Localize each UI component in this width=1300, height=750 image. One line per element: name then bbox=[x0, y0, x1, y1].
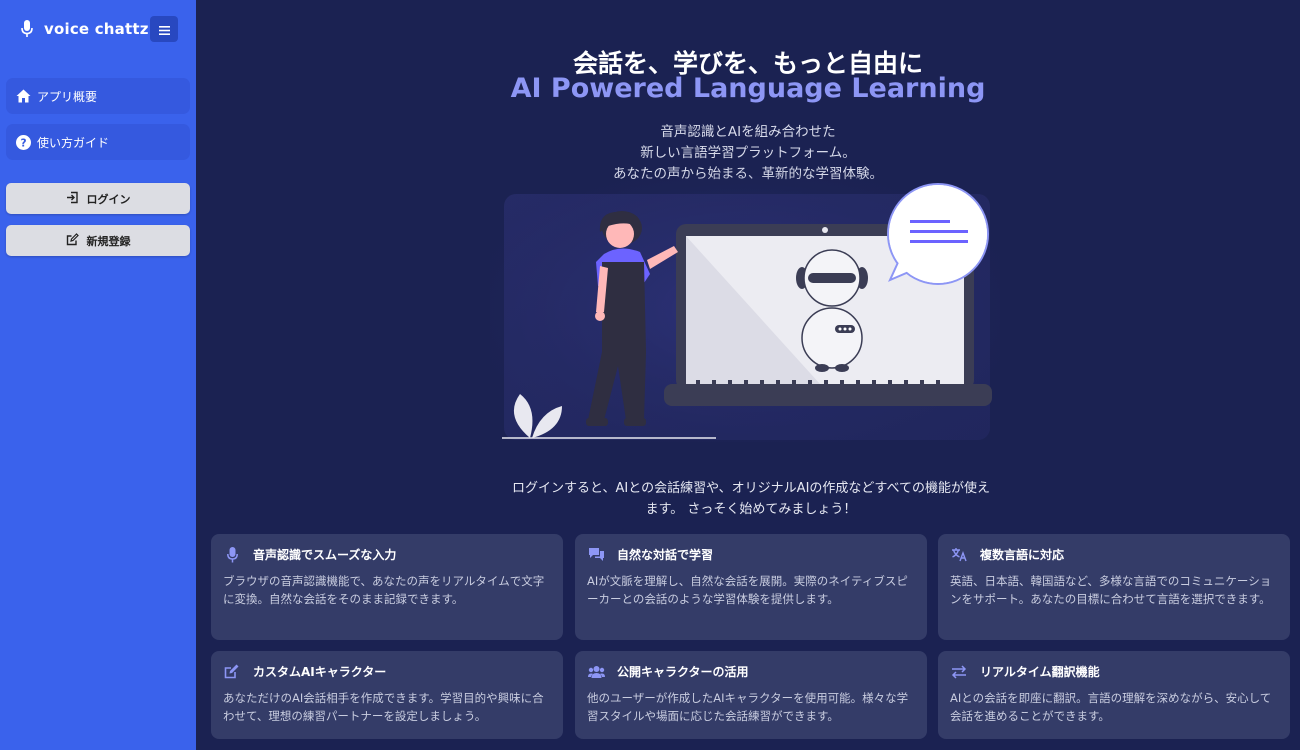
swap-arrows-icon bbox=[950, 664, 968, 680]
chat-bubbles-icon bbox=[587, 547, 605, 563]
menu-toggle-button[interactable] bbox=[150, 16, 178, 42]
sidebar-item-label: 使い方ガイド bbox=[37, 135, 110, 150]
login-button[interactable]: ログイン bbox=[6, 183, 190, 214]
microphone-icon bbox=[223, 546, 241, 563]
brand[interactable]: voice chattz bbox=[20, 17, 149, 41]
sidebar: voice chattz アプリ概要 ? 使い方ガイド ログイン 新規登録 bbox=[0, 0, 196, 750]
feature-title: リアルタイム翻訳機能 bbox=[980, 665, 1100, 679]
users-icon bbox=[587, 664, 605, 680]
feature-description: ブラウザの音声認識機能で、あなたの声をリアルタイムで文字に変換。自然な会話をその… bbox=[223, 574, 545, 606]
register-button[interactable]: 新規登録 bbox=[6, 225, 190, 256]
feature-title: カスタムAIキャラクター bbox=[253, 665, 387, 679]
feature-card-custom-ai: カスタムAIキャラクター あなただけのAI会話相手を作成できます。学習目的や興味… bbox=[211, 651, 563, 739]
feature-card-voice: 音声認識でスムーズな入力 ブラウザの音声認識機能で、あなたの声をリアルタイムで文… bbox=[211, 534, 563, 640]
feature-title: 自然な対話で学習 bbox=[617, 548, 714, 562]
microphone-icon bbox=[20, 18, 34, 40]
svg-text:?: ? bbox=[20, 137, 26, 149]
hero-description-line: 音声認識とAIを組み合わせた bbox=[660, 124, 836, 140]
login-note-line: ます。 さっそく始めてみましょう！ bbox=[645, 502, 857, 517]
login-label: ログイン bbox=[86, 192, 131, 206]
translate-icon bbox=[950, 547, 968, 563]
feature-title: 複数言語に対応 bbox=[980, 548, 1065, 562]
login-note-line: ログインすると、AIとの会話練習や、オリジナルAIの作成などすべての機能が使え bbox=[512, 481, 990, 496]
feature-card-public-characters: 公開キャラクターの活用 他のユーザーが作成したAIキャラクターを使用可能。様々な… bbox=[575, 651, 927, 739]
feature-description: AIが文脈を理解し、自然な会話を展開。実際のネイティブスピーカーとの会話のような… bbox=[587, 574, 908, 606]
sidebar-item-guide[interactable]: ? 使い方ガイド bbox=[6, 124, 190, 160]
feature-description: AIとの会話を即座に翻訳。言語の理解を深めながら、安心して会話を進めることができ… bbox=[950, 691, 1272, 723]
hero-illustration bbox=[490, 176, 1000, 442]
login-note: ログインすると、AIとの会話練習や、オリジナルAIの作成などすべての機能が使え … bbox=[488, 478, 1014, 520]
feature-title: 公開キャラクターの活用 bbox=[617, 665, 749, 679]
home-icon bbox=[15, 88, 31, 104]
feature-card-translation: リアルタイム翻訳機能 AIとの会話を即座に翻訳。言語の理解を深めながら、安心して… bbox=[938, 651, 1290, 739]
feature-description: あなただけのAI会話相手を作成できます。学習目的や興味に合わせて、理想の練習パー… bbox=[223, 691, 544, 723]
question-circle-icon: ? bbox=[15, 134, 31, 150]
feature-title: 音声認識でスムーズな入力 bbox=[253, 548, 397, 562]
edit-square-icon bbox=[66, 232, 87, 249]
sidebar-item-label: アプリ概要 bbox=[37, 89, 98, 104]
hero-subtitle: AI Powered Language Learning bbox=[510, 73, 986, 104]
app-name: voice chattz bbox=[44, 20, 149, 38]
sidebar-item-overview[interactable]: アプリ概要 bbox=[6, 78, 190, 114]
pencil-square-icon bbox=[223, 664, 241, 680]
hamburger-icon bbox=[158, 20, 170, 39]
feature-card-multilingual: 複数言語に対応 英語、日本語、韓国語など、多様な言語でのコミュニケーションをサポ… bbox=[938, 534, 1290, 640]
login-icon bbox=[66, 191, 87, 207]
register-label: 新規登録 bbox=[86, 234, 131, 248]
main-content: 会話を、学びを、もっと自由に AI Powered Language Learn… bbox=[196, 0, 1300, 750]
hero-description-line: 新しい言語学習プラットフォーム。 bbox=[640, 145, 856, 161]
feature-description: 他のユーザーが作成したAIキャラクターを使用可能。様々な学習スタイルや場面に応じ… bbox=[587, 691, 909, 723]
feature-card-dialogue: 自然な対話で学習 AIが文脈を理解し、自然な会話を展開。実際のネイティブスピーカ… bbox=[575, 534, 927, 640]
feature-description: 英語、日本語、韓国語など、多様な言語でのコミュニケーションをサポート。あなたの目… bbox=[950, 574, 1272, 606]
